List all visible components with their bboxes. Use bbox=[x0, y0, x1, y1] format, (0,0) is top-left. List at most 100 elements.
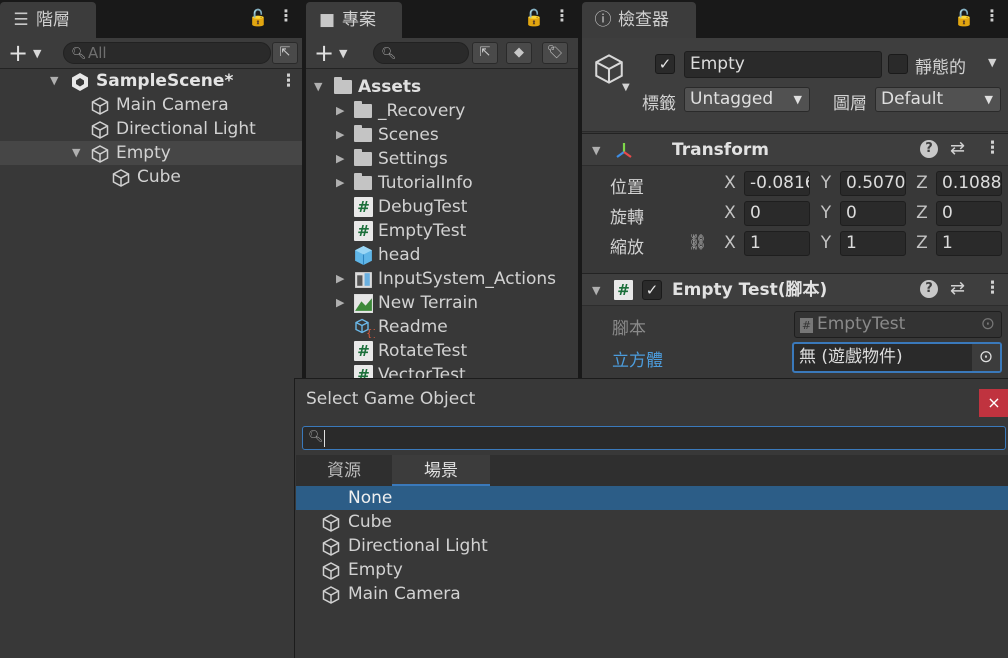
project-item[interactable]: ▶ Scenes bbox=[306, 123, 578, 147]
transform-scale-y-field[interactable]: 1 bbox=[840, 231, 906, 256]
tab-inspector[interactable]: ⓘ 檢查器 bbox=[582, 2, 696, 38]
hierarchy-item[interactable]: Main Camera bbox=[0, 93, 302, 117]
axis-z-label[interactable]: Z bbox=[914, 173, 930, 193]
icon-dropdown-icon[interactable]: ▼ bbox=[622, 82, 630, 93]
scene-more-icon[interactable]: ⋮ bbox=[280, 69, 297, 93]
project-item[interactable]: ▶ Settings bbox=[306, 147, 578, 171]
dialog-search-input[interactable]: 🔍︎ bbox=[302, 426, 1006, 450]
expand-arrow-icon[interactable]: ▼ bbox=[314, 75, 322, 99]
expand-arrow-icon[interactable]: ▶ bbox=[336, 171, 344, 195]
search-options-button[interactable]: ⇱ bbox=[272, 42, 298, 64]
expand-arrow-icon[interactable]: ▶ bbox=[336, 99, 344, 123]
folder-icon bbox=[354, 125, 372, 142]
component-more-icon[interactable]: ⋮ bbox=[984, 278, 1001, 298]
expand-arrow-icon[interactable]: ▶ bbox=[336, 123, 344, 147]
component-enabled-checkbox[interactable]: ✓ bbox=[642, 280, 662, 300]
dialog-list-item[interactable]: Empty bbox=[296, 558, 1008, 582]
project-item[interactable]: ▶ TutorialInfo bbox=[306, 171, 578, 195]
transform-position-y-field[interactable]: 0.5070 bbox=[840, 171, 906, 196]
help-icon[interactable]: ? bbox=[920, 280, 938, 298]
hierarchy-item-selected[interactable]: ▼ Empty bbox=[0, 141, 302, 165]
create-asset-button[interactable]: + bbox=[314, 40, 334, 66]
static-dropdown-icon[interactable]: ▼ bbox=[988, 56, 996, 69]
add-object-button[interactable]: + bbox=[8, 40, 28, 66]
axis-y-label[interactable]: Y bbox=[818, 173, 834, 193]
object-picker-button-icon[interactable]: ⊙ bbox=[972, 344, 1000, 371]
presets-icon[interactable]: ⇄ bbox=[950, 138, 965, 159]
transform-scale-x-field[interactable]: 1 bbox=[744, 231, 810, 256]
dialog-list-item[interactable]: Directional Light bbox=[296, 534, 1008, 558]
dialog-tabs: 資源 場景 bbox=[296, 455, 1008, 486]
axis-x-label[interactable]: X bbox=[722, 203, 738, 223]
transform-header[interactable]: ▼ Transform ? ⇄ ⋮ bbox=[582, 133, 1008, 166]
project-item[interactable]: # EmptyTest bbox=[306, 219, 578, 243]
gameobject-icon[interactable] bbox=[592, 52, 626, 86]
project-item[interactable]: ▶ New Terrain bbox=[306, 291, 578, 315]
tab-assets[interactable]: 資源 bbox=[296, 455, 392, 486]
tag-dropdown[interactable]: Untagged ▼ bbox=[684, 87, 810, 112]
project-item[interactable]: ▶ InputSystem_Actions bbox=[306, 267, 578, 291]
presets-icon[interactable]: ⇄ bbox=[950, 278, 965, 299]
cube-reference-field[interactable]: 無 (遊戲物件) ⊙ bbox=[792, 342, 1002, 373]
dialog-list-item[interactable]: None bbox=[296, 486, 1008, 510]
axis-x-label[interactable]: X bbox=[722, 233, 738, 253]
hierarchy-item[interactable]: Directional Light bbox=[0, 117, 302, 141]
axis-z-label[interactable]: Z bbox=[914, 203, 930, 223]
more-menu-icon[interactable]: ⋮ bbox=[278, 6, 294, 25]
project-item[interactable]: {}Readme bbox=[306, 315, 578, 339]
axis-y-label[interactable]: Y bbox=[818, 203, 834, 223]
script-component-header[interactable]: ▼ # ✓ Empty Test(腳本) ? ⇄ ⋮ bbox=[582, 273, 1008, 306]
lock-icon[interactable]: 🔓 bbox=[248, 8, 268, 27]
axis-y-label[interactable]: Y bbox=[818, 233, 834, 253]
add-dropdown-icon[interactable]: ▼ bbox=[33, 47, 41, 60]
dialog-list-item[interactable]: Main Camera bbox=[296, 582, 1008, 606]
active-checkbox[interactable]: ✓ bbox=[655, 54, 675, 74]
tab-scene[interactable]: 場景 bbox=[392, 455, 490, 486]
hierarchy-item[interactable]: Cube bbox=[0, 165, 302, 189]
more-menu-icon[interactable]: ⋮ bbox=[984, 6, 1000, 25]
collapse-arrow-icon[interactable]: ▼ bbox=[592, 274, 600, 307]
expand-arrow-icon[interactable]: ▶ bbox=[336, 291, 344, 315]
transform-rotation-x-field[interactable]: 0 bbox=[744, 201, 810, 226]
project-search-input[interactable]: 🔍︎ bbox=[373, 42, 469, 64]
filter-by-type-icon[interactable]: ◆ bbox=[506, 42, 532, 64]
constrain-proportions-icon[interactable]: ⛓ bbox=[688, 233, 707, 251]
hierarchy-search-input[interactable]: 🔍︎ All bbox=[63, 42, 271, 64]
scene-row[interactable]: ▼ SampleScene* ⋮ bbox=[0, 69, 302, 93]
object-name-field[interactable]: Empty bbox=[684, 51, 882, 78]
more-menu-icon[interactable]: ⋮ bbox=[554, 6, 570, 25]
transform-position-x-field[interactable]: -0.0816 bbox=[744, 171, 810, 196]
expand-arrow-icon[interactable]: ▼ bbox=[72, 141, 80, 165]
chevron-down-icon: ▼ bbox=[793, 93, 802, 106]
search-options-button[interactable]: ⇱ bbox=[472, 42, 498, 64]
axis-z-label[interactable]: Z bbox=[914, 233, 930, 253]
create-dropdown-icon[interactable]: ▼ bbox=[339, 47, 347, 60]
assets-root-row[interactable]: ▼ Assets bbox=[306, 75, 578, 99]
project-item-label: Readme bbox=[378, 317, 448, 337]
dialog-list-item[interactable]: Cube bbox=[296, 510, 1008, 534]
axis-x-label[interactable]: X bbox=[722, 173, 738, 193]
transform-position-z-field[interactable]: 0.1088 bbox=[936, 171, 1002, 196]
project-item[interactable]: head bbox=[306, 243, 578, 267]
help-icon[interactable]: ? bbox=[920, 140, 938, 158]
component-more-icon[interactable]: ⋮ bbox=[984, 138, 1001, 158]
tab-project[interactable]: ■ 專案 bbox=[306, 2, 402, 38]
collapse-arrow-icon[interactable]: ▼ bbox=[592, 134, 600, 167]
static-checkbox[interactable] bbox=[888, 54, 908, 74]
transform-rotation-z-field[interactable]: 0 bbox=[936, 201, 1002, 226]
folder-icon bbox=[354, 101, 372, 118]
lock-icon[interactable]: 🔓 bbox=[954, 8, 974, 27]
layer-dropdown[interactable]: Default ▼ bbox=[875, 87, 1001, 112]
project-item[interactable]: ▶ _Recovery bbox=[306, 99, 578, 123]
tab-hierarchy[interactable]: ☰ 階層 bbox=[0, 2, 96, 38]
lock-icon[interactable]: 🔓 bbox=[524, 8, 544, 27]
filter-by-label-icon[interactable]: 🏷︎ bbox=[542, 42, 568, 64]
expand-arrow-icon[interactable]: ▶ bbox=[336, 267, 344, 291]
project-item[interactable]: # RotateTest bbox=[306, 339, 578, 363]
expand-arrow-icon[interactable]: ▶ bbox=[336, 147, 344, 171]
project-item[interactable]: # DebugTest bbox=[306, 195, 578, 219]
transform-rotation-y-field[interactable]: 0 bbox=[840, 201, 906, 226]
transform-scale-z-field[interactable]: 1 bbox=[936, 231, 1002, 256]
close-button[interactable]: × bbox=[979, 389, 1008, 417]
expand-arrow-icon[interactable]: ▼ bbox=[50, 69, 58, 93]
